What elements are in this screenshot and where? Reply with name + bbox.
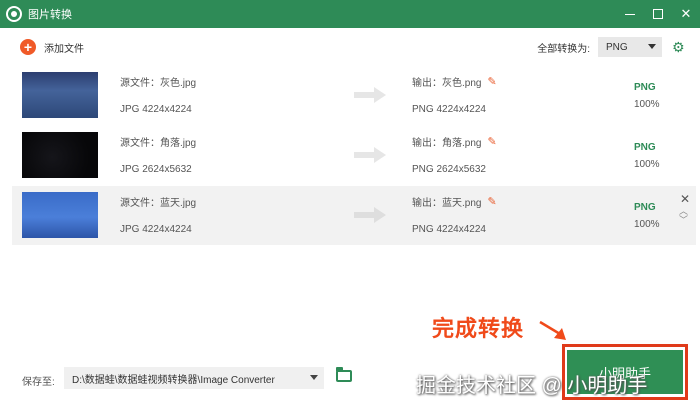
- convert-all-control: 全部转换为: PNG ⚙: [537, 37, 686, 57]
- output-file-meta: PNG 4224x4224: [412, 224, 486, 235]
- file-thumbnail: [22, 192, 98, 238]
- minimize-button[interactable]: [616, 0, 644, 28]
- window-controls: ✕: [616, 0, 700, 28]
- edit-icon[interactable]: ✎: [487, 75, 496, 88]
- file-row[interactable]: 源文件：角落.jpg JPG 2624x5632 输出：角落.png ✎ PNG …: [12, 126, 696, 186]
- watermark: 掘金技术社区 @ 小明助手: [416, 375, 648, 397]
- add-file-button[interactable]: + 添加文件: [20, 39, 84, 55]
- plus-icon: +: [20, 39, 36, 55]
- source-file-meta: JPG 2624x5632: [120, 164, 192, 175]
- output-file-name-text: 输出：灰色.png: [412, 78, 482, 89]
- toolbar: + 添加文件 全部转换为: PNG ⚙: [0, 28, 700, 66]
- file-list: 源文件：灰色.jpg JPG 4224x4224 输出：灰色.png ✎ PNG …: [12, 66, 696, 246]
- close-button[interactable]: ✕: [672, 0, 700, 28]
- arrow-right-icon: [354, 87, 386, 103]
- output-format-badge[interactable]: PNG: [634, 142, 656, 153]
- convert-all-format-value: PNG: [606, 41, 628, 53]
- file-row[interactable]: 源文件：灰色.jpg JPG 4224x4224 输出：灰色.png ✎ PNG …: [12, 66, 696, 126]
- file-thumbnail: [22, 72, 98, 118]
- save-path-value: D:\数据蛙\数据蛙视频转换器\Image Converter: [72, 374, 275, 386]
- close-icon: ✕: [680, 6, 692, 21]
- progress-percent: 100%: [634, 159, 660, 170]
- file-row[interactable]: 源文件：蓝天.jpg JPG 4224x4224 输出：蓝天.png ✎ PNG …: [12, 186, 696, 246]
- output-file-meta: PNG 2624x5632: [412, 164, 486, 175]
- chevron-down-icon: [310, 375, 318, 380]
- minimize-icon: [625, 13, 635, 15]
- source-file-meta: JPG 4224x4224: [120, 224, 192, 235]
- save-path-select[interactable]: D:\数据蛙\数据蛙视频转换器\Image Converter: [64, 367, 324, 389]
- output-format-badge[interactable]: PNG: [634, 202, 656, 213]
- output-file-name-text: 输出：角落.png: [412, 138, 482, 149]
- maximize-icon: [653, 9, 663, 19]
- source-file-meta: JPG 4224x4224: [120, 104, 192, 115]
- output-file-name: 输出：蓝天.png ✎: [412, 194, 497, 209]
- title-bar: 图片转换 ✕: [0, 0, 700, 28]
- edit-icon[interactable]: ✎: [487, 195, 496, 208]
- output-format-badge[interactable]: PNG: [634, 82, 656, 93]
- save-location-label: 保存至:: [22, 377, 55, 388]
- arrow-right-icon: [354, 147, 386, 163]
- arrow-right-icon: [354, 207, 386, 223]
- gear-icon[interactable]: ⚙: [672, 40, 686, 54]
- maximize-button[interactable]: [644, 0, 672, 28]
- add-file-label: 添加文件: [44, 43, 84, 55]
- convert-all-label: 全部转换为:: [537, 43, 590, 55]
- output-file-name: 输出：灰色.png ✎: [412, 74, 497, 89]
- annotation-label: 完成转换: [432, 316, 525, 341]
- chevron-down-icon: [648, 44, 656, 49]
- progress-percent: 100%: [634, 219, 660, 230]
- app-logo-icon: [6, 6, 22, 22]
- source-file-name: 源文件：角落.jpg: [120, 138, 197, 149]
- chevron-down-icon[interactable]: ﹀: [679, 213, 688, 226]
- file-thumbnail: [22, 132, 98, 178]
- output-file-name: 输出：角落.png ✎: [412, 134, 497, 149]
- convert-all-format-select[interactable]: PNG: [598, 37, 662, 57]
- output-file-name-text: 输出：蓝天.png: [412, 198, 482, 209]
- source-file-name: 源文件：灰色.jpg: [120, 78, 197, 89]
- folder-icon[interactable]: [336, 367, 352, 382]
- app-title: 图片转换: [28, 9, 72, 21]
- source-file-name: 源文件：蓝天.jpg: [120, 198, 197, 209]
- progress-percent: 100%: [634, 99, 660, 110]
- output-file-meta: PNG 4224x4224: [412, 104, 486, 115]
- edit-icon[interactable]: ✎: [487, 135, 496, 148]
